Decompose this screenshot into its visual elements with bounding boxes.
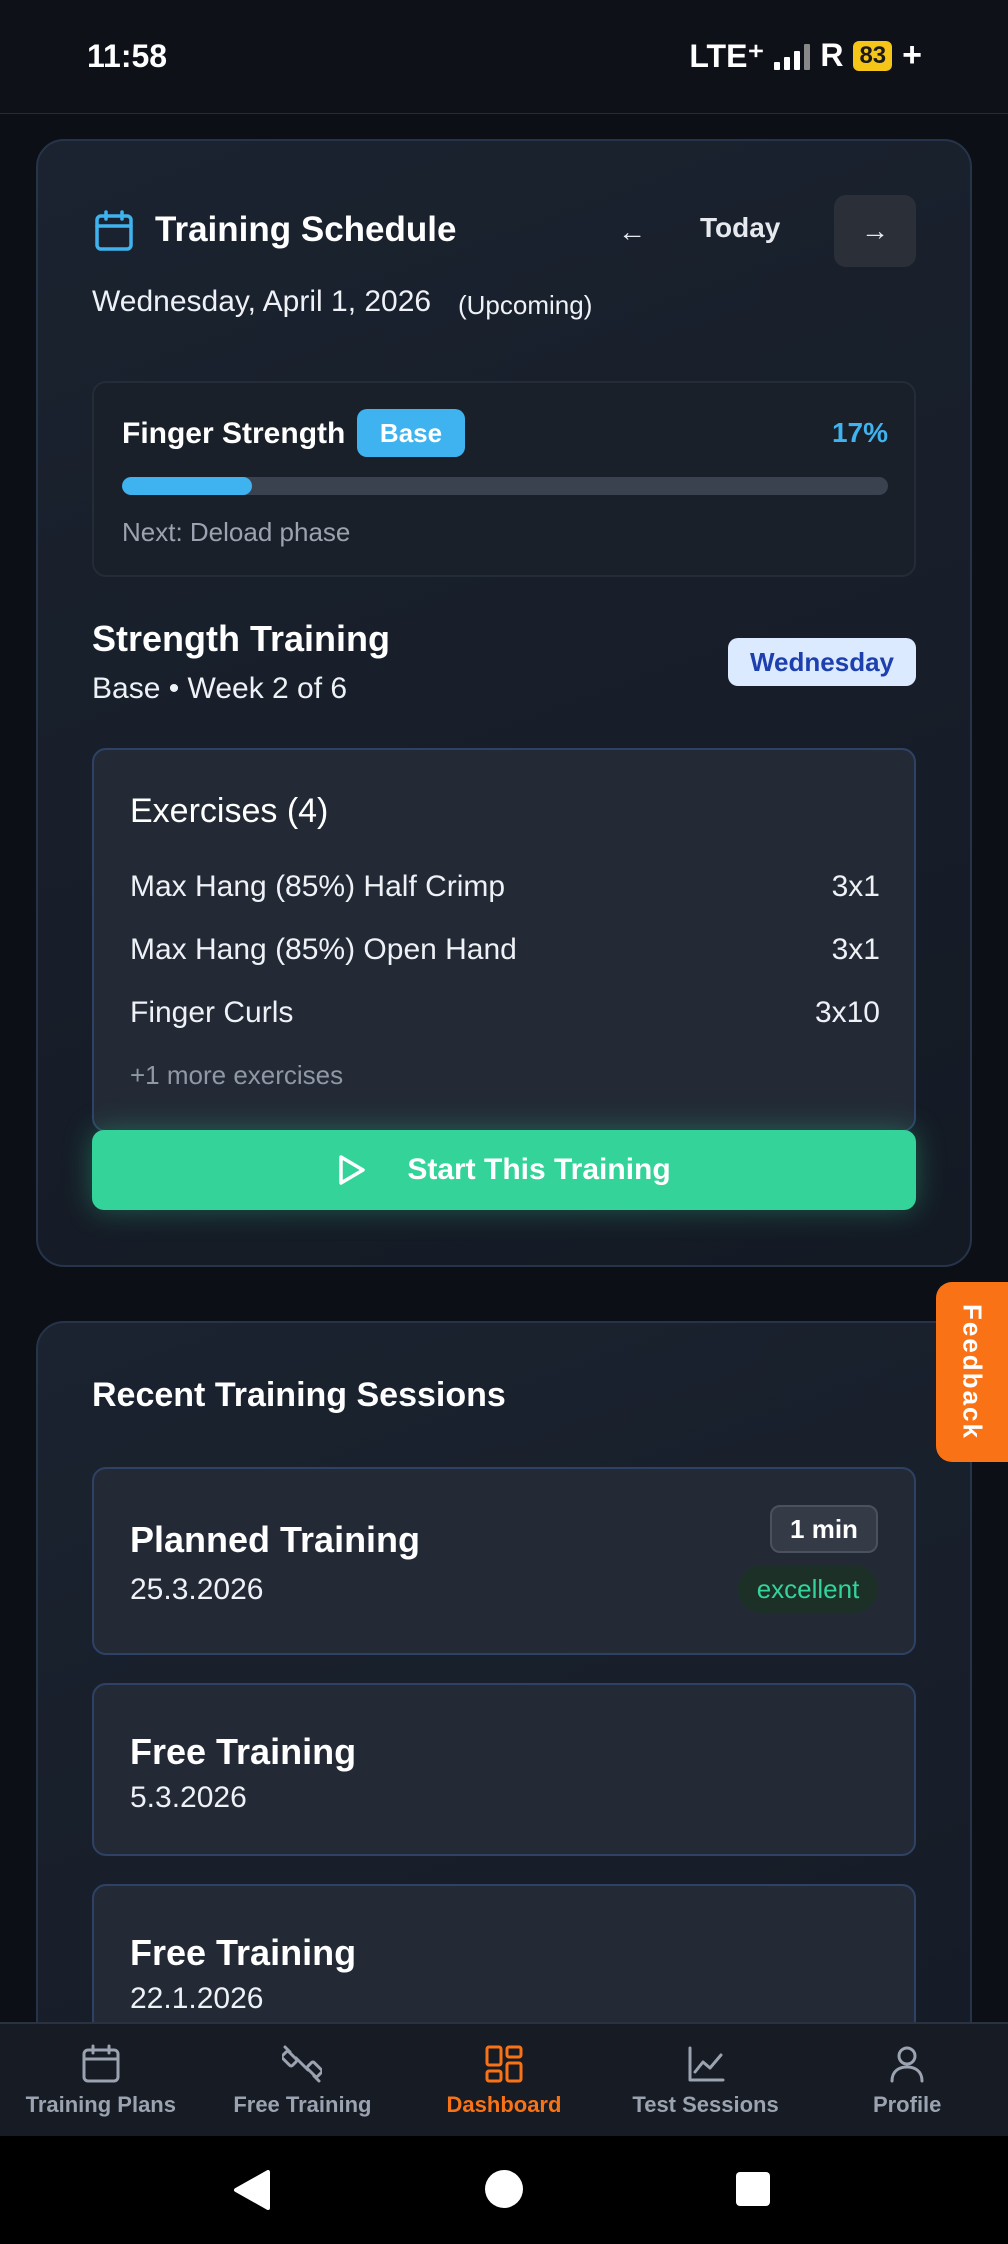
- previous-day-button[interactable]: ←: [612, 208, 652, 256]
- nav-label: Profile: [872, 2092, 942, 2117]
- back-icon[interactable]: [232, 2170, 272, 2210]
- phase-progress-bar: [122, 477, 888, 495]
- session-card[interactable]: Planned Training 25.3.2026 1 min excelle…: [92, 1467, 916, 1655]
- phase-progress-fill: [122, 477, 253, 495]
- nav-label: Test Sessions: [632, 2092, 779, 2117]
- status-bar: 11:58 LTE⁺ R 83 +: [0, 0, 1008, 114]
- training-title: Strength Training: [92, 618, 391, 659]
- next-day-button[interactable]: →: [834, 195, 916, 267]
- dashboard-icon: [485, 2045, 523, 2083]
- start-training-label: Start This Training: [407, 1153, 671, 1186]
- roaming-indicator: R: [820, 37, 844, 73]
- exercises-title: Exercises (4): [130, 792, 329, 830]
- session-name: Free Training: [130, 1932, 357, 1973]
- exercise-row: Max Hang (85%) Half Crimp 3x1: [130, 870, 880, 904]
- training-subtitle: Base • Week 2 of 6: [92, 672, 348, 705]
- recents-icon[interactable]: [736, 2172, 770, 2206]
- user-icon: [890, 2046, 924, 2083]
- dumbbell-icon: [282, 2045, 323, 2083]
- nav-item-profile[interactable]: Profile: [806, 2024, 1008, 2136]
- battery-icon: 83: [853, 40, 893, 71]
- calendar-icon: [95, 210, 133, 251]
- feedback-tab[interactable]: Feedback: [936, 1282, 1008, 1462]
- charging-icon: +: [902, 36, 922, 74]
- home-icon[interactable]: [485, 2170, 523, 2208]
- phase-progress-box: Finger Strength Base 17% Next: Deload ph…: [92, 381, 916, 577]
- exercise-row: Finger Curls 3x10: [130, 996, 880, 1030]
- play-icon: [339, 1155, 366, 1185]
- session-date: 22.1.2026: [130, 1982, 264, 2015]
- exercises-box: Exercises (4) Max Hang (85%) Half Crimp …: [92, 748, 916, 1132]
- exercise-sets: 3x10: [814, 996, 880, 1029]
- nav-label: Dashboard: [446, 2092, 562, 2117]
- nav-item-test-sessions[interactable]: Test Sessions: [605, 2024, 807, 2136]
- schedule-title: Training Schedule: [155, 210, 457, 249]
- status-indicators: LTE⁺ R 83 +: [689, 36, 922, 75]
- phase-next-label: Next: Deload phase: [122, 517, 351, 547]
- start-training-button[interactable]: Start This Training: [92, 1130, 916, 1210]
- exercise-name: Max Hang (85%) Open Hand: [130, 933, 517, 966]
- duration-badge: 1 min: [770, 1505, 878, 1553]
- session-name: Planned Training: [130, 1519, 421, 1560]
- more-exercises-label: +1 more exercises: [130, 1060, 344, 1090]
- session-date: 25.3.2026: [130, 1573, 264, 1606]
- status-time: 11:58: [87, 38, 168, 74]
- phase-name: Finger Strength: [122, 417, 346, 450]
- nav-item-training-plans[interactable]: Training Plans: [0, 2024, 202, 2136]
- rating-badge: excellent: [738, 1565, 878, 1613]
- exercise-sets: 3x1: [831, 870, 880, 903]
- session-date: 5.3.2026: [130, 1781, 247, 1814]
- exercise-name: Max Hang (85%) Half Crimp: [130, 870, 506, 903]
- feedback-label: Feedback: [957, 1304, 988, 1440]
- exercise-name: Finger Curls: [130, 996, 294, 1029]
- nav-item-free-training[interactable]: Free Training: [202, 2024, 404, 2136]
- exercise-sets: 3x1: [831, 933, 880, 966]
- network-type: LTE⁺: [689, 37, 765, 74]
- exercise-row: Max Hang (85%) Open Hand 3x1: [130, 933, 880, 967]
- session-name: Free Training: [130, 1731, 357, 1772]
- signal-icon: [774, 42, 811, 70]
- nav-label: Training Plans: [25, 2092, 176, 2117]
- schedule-date: Wednesday, April 1, 2026: [92, 285, 432, 318]
- today-button[interactable]: Today: [700, 212, 780, 244]
- calendar-icon: [82, 2044, 120, 2083]
- bottom-nav: Training Plans Free Training Dashboard T…: [0, 2022, 1008, 2136]
- schedule-status: (Upcoming): [458, 290, 593, 320]
- chart-icon: [688, 2046, 725, 2082]
- day-badge: Wednesday: [728, 638, 916, 686]
- nav-label: Free Training: [233, 2092, 372, 2117]
- phase-badge: Base: [357, 409, 465, 457]
- phase-percent: 17%: [831, 417, 888, 448]
- system-nav-bar: [0, 2136, 1008, 2244]
- session-card[interactable]: Free Training 5.3.2026: [92, 1683, 916, 1856]
- nav-item-dashboard[interactable]: Dashboard: [403, 2024, 605, 2136]
- recent-sessions-title: Recent Training Sessions: [92, 1376, 506, 1414]
